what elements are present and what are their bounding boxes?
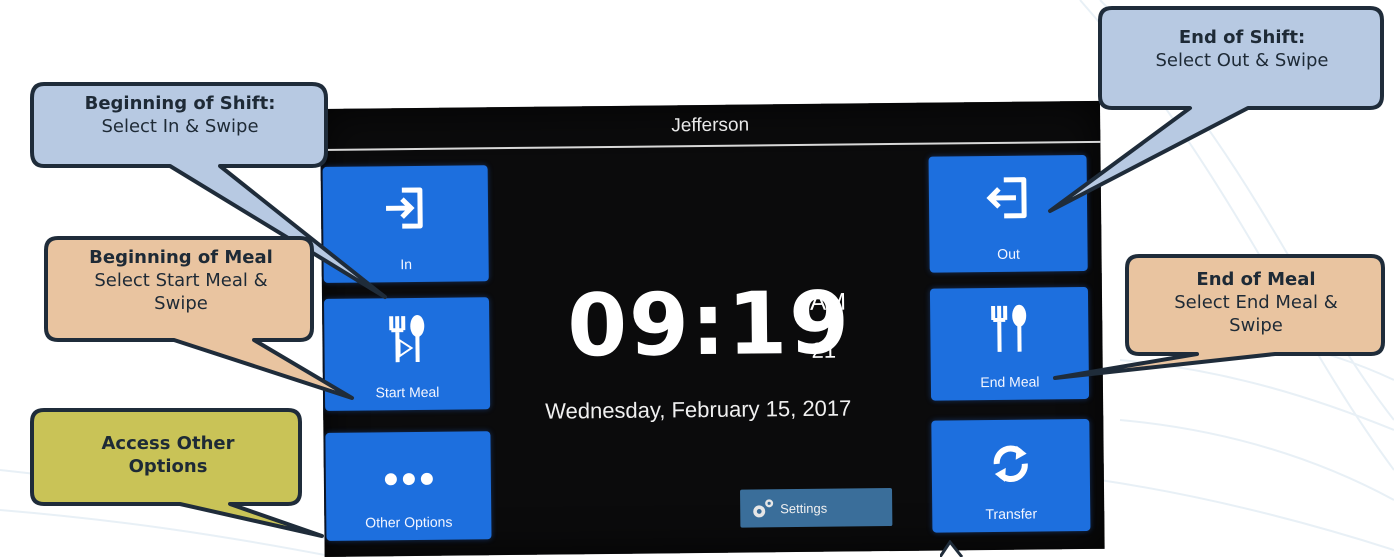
- transfer-label: Transfer: [985, 505, 1038, 523]
- callout-title: End of Meal: [1196, 269, 1316, 290]
- location-title: Jefferson: [671, 114, 750, 137]
- settings-label: Settings: [780, 500, 828, 517]
- callout-body-line1: Select End Meal &: [1174, 292, 1338, 313]
- callout-title: Beginning of Shift:: [84, 93, 276, 114]
- more-dots-icon: [384, 472, 433, 486]
- callout-title: End of Shift:: [1178, 27, 1306, 48]
- out-button[interactable]: Out: [928, 154, 1088, 273]
- callout-beginning-meal: Beginning of Meal Select Start Meal & Sw…: [44, 236, 354, 400]
- callout-beginning-shift: Beginning of Shift: Select In & Swipe: [30, 82, 387, 299]
- other-options-button[interactable]: Other Options: [325, 431, 492, 541]
- out-label: Out: [997, 245, 1020, 262]
- sign-out-icon: [986, 177, 1027, 219]
- settings-button[interactable]: Settings: [740, 488, 893, 528]
- clock-seconds: 21: [811, 337, 837, 363]
- callout-pointer-tip: [940, 540, 964, 557]
- callout-title-line1: Access Other: [101, 433, 235, 454]
- callout-title: Beginning of Meal: [89, 247, 273, 268]
- gear-icon: [753, 499, 774, 518]
- meal-start-icon: [388, 314, 424, 363]
- transfer-button[interactable]: Transfer: [931, 418, 1091, 533]
- callout-body-line2: Swipe: [1229, 315, 1283, 336]
- transfer-icon: [993, 445, 1028, 483]
- callout-end-meal: End of Meal Select End Meal & Swipe: [1053, 254, 1387, 380]
- timeclock-screen: Jefferson In Start Meal Other Options 09…: [320, 100, 1105, 557]
- callout-body: Select Out & Swipe: [1155, 50, 1329, 71]
- clock-date: Wednesday, February 15, 2017: [545, 395, 852, 424]
- callout-body-line1: Select Start Meal &: [94, 270, 268, 291]
- callout-body: Select In & Swipe: [101, 116, 259, 137]
- callout-bubble: [30, 408, 324, 538]
- callout-body-line2: Swipe: [154, 293, 208, 314]
- callout-other-options: Access Other Options: [30, 408, 330, 548]
- clock-ampm: AM: [809, 288, 847, 316]
- callout-title-line2: Options: [128, 456, 208, 477]
- end-meal-button[interactable]: End Meal: [929, 286, 1090, 401]
- meal-end-icon: [991, 304, 1027, 352]
- callout-end-shift: End of Shift: Select Out & Swipe: [1048, 6, 1386, 213]
- clock-time: 09:19: [566, 273, 852, 377]
- other-options-label: Other Options: [365, 513, 453, 531]
- sign-in-icon: [385, 187, 423, 229]
- title-divider: [320, 140, 1101, 151]
